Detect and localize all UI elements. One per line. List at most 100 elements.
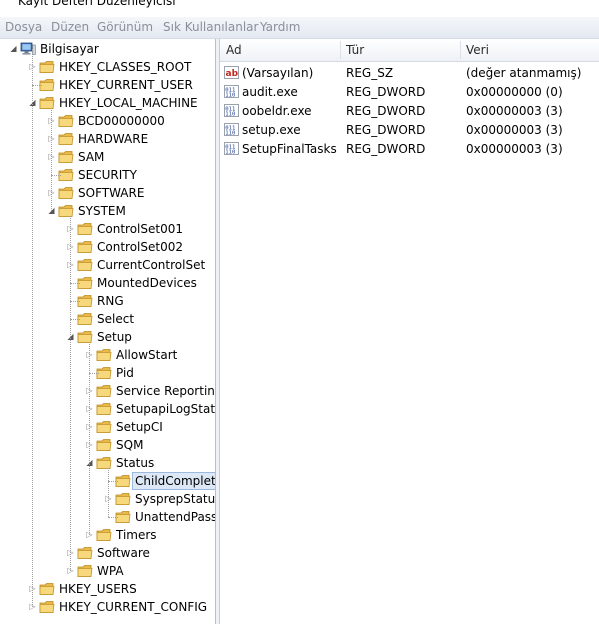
folder-icon xyxy=(58,186,74,200)
folder-icon xyxy=(58,204,74,218)
tree-node-label: SQM xyxy=(116,438,144,452)
value-name: setup.exe xyxy=(242,123,301,137)
tree-node-label: ControlSet002 xyxy=(97,240,183,254)
svg-text:ab: ab xyxy=(226,69,239,79)
svg-text:110: 110 xyxy=(225,150,235,156)
tree-connector-line xyxy=(51,175,61,176)
folder-icon xyxy=(96,348,112,362)
column-divider[interactable] xyxy=(460,41,461,59)
value-row[interactable]: 011 110 setup.exe REG_DWORD 0x00000003 (3) xyxy=(220,121,599,139)
tree-node-label: SOFTWARE xyxy=(78,186,145,200)
value-name: audit.exe xyxy=(242,85,298,99)
folder-icon xyxy=(96,420,112,434)
folder-icon xyxy=(77,258,93,272)
tree-connector-line xyxy=(70,319,80,320)
column-divider[interactable] xyxy=(340,41,341,59)
svg-text:110: 110 xyxy=(225,93,235,99)
folder-icon xyxy=(77,330,93,344)
tree-connector-line xyxy=(70,283,80,284)
expanded-triangle-icon[interactable]: ◢ xyxy=(9,44,18,53)
binary-value-icon: 011 110 xyxy=(224,103,239,118)
folder-icon xyxy=(115,492,131,506)
tree-node-label: Software xyxy=(97,546,150,560)
registry-tree[interactable]: ◢ Bilgisayar ▷ HKEY_CLASSES_ROOT HKEY_CURREN… xyxy=(0,39,216,624)
column-name[interactable]: Ad xyxy=(226,39,242,61)
tree-connector-line xyxy=(70,301,80,302)
tree-node-label: HKEY_LOCAL_MACHINE xyxy=(59,96,198,110)
tree-connector-line xyxy=(108,468,109,517)
tree-node-label: SysprepStatus xyxy=(135,492,216,506)
value-type: REG_DWORD xyxy=(346,85,426,99)
tree-connector-line xyxy=(32,49,33,607)
column-type[interactable]: Tür xyxy=(346,39,364,61)
value-data: 0x00000003 (3) xyxy=(466,123,563,137)
menu-edit[interactable]: Düzen xyxy=(51,20,89,34)
tree-node-label: Timers xyxy=(116,528,157,542)
svg-text:110: 110 xyxy=(225,131,235,137)
folder-icon xyxy=(96,384,112,398)
folder-icon xyxy=(39,600,55,614)
value-row[interactable]: ab (Varsayılan) REG_SZ (değer atanmamış) xyxy=(220,64,599,82)
value-name: oobeldr.exe xyxy=(242,104,312,118)
binary-value-icon: 011 110 xyxy=(224,122,239,137)
value-data: 0x00000003 (3) xyxy=(466,104,563,118)
folder-icon xyxy=(58,150,74,164)
tree-node-label: Bilgisayar xyxy=(40,42,99,56)
folder-icon xyxy=(39,582,55,596)
tree-node-label: AllowStart xyxy=(116,348,178,362)
tree-node-label: Select xyxy=(97,312,135,326)
computer-icon xyxy=(20,42,36,56)
menu-view[interactable]: Görünüm xyxy=(97,20,153,34)
tree-node-label: HKEY_CLASSES_ROOT xyxy=(59,60,192,74)
tree-node-label: Setup xyxy=(97,330,132,344)
tree-node-label: WPA xyxy=(97,564,124,578)
list-header: Ad Tür Veri xyxy=(220,39,599,62)
tree-node-label: SetupapiLogStatu xyxy=(116,402,216,416)
folder-icon xyxy=(96,528,112,542)
tree-node-label: Service Reporting xyxy=(116,384,216,398)
tree-node-label: RNG xyxy=(97,294,124,308)
tree-node-label: SECURITY xyxy=(78,168,137,182)
tree-node-label: SetupCI xyxy=(116,420,163,434)
tree-connector-line xyxy=(32,85,42,86)
tree-node-label: UnattendPass xyxy=(135,510,216,524)
folder-icon xyxy=(39,96,55,110)
tree-node-label: BCD00000000 xyxy=(78,114,165,128)
folder-icon xyxy=(77,564,93,578)
tree-node-label: HARDWARE xyxy=(78,132,149,146)
title-bar: Kayıt Defteri Düzenleyicisi xyxy=(0,0,599,17)
tree-node-label: ControlSet001 xyxy=(97,222,183,236)
tree-node-label: ChildComplet xyxy=(132,472,216,490)
tree-node-label: HKEY_USERS xyxy=(59,582,137,596)
tree-node-label: CurrentControlSet xyxy=(97,258,206,272)
value-type: REG_DWORD xyxy=(346,104,426,118)
tree-node-label: SAM xyxy=(78,150,105,164)
value-type: REG_DWORD xyxy=(346,142,426,156)
tree-node-label: Pid xyxy=(116,366,134,380)
value-row[interactable]: 011 110 oobeldr.exe REG_DWORD 0x00000003 (3) xyxy=(220,102,599,120)
tree-node-label: Status xyxy=(116,456,155,470)
menu-file[interactable]: Dosya xyxy=(5,20,42,34)
tree-connector-line xyxy=(51,108,52,211)
folder-icon xyxy=(96,438,112,452)
value-name: SetupFinalTasks xyxy=(242,142,337,156)
value-type: REG_DWORD xyxy=(346,123,426,137)
menu-bar: Dosya Düzen Görünüm Sık Kullanılanlar Ya… xyxy=(0,17,599,39)
menu-favorites[interactable]: Sık Kullanılanlar xyxy=(163,20,258,34)
value-row[interactable]: 011 110 SetupFinalTasks REG_DWORD 0x00000003… xyxy=(220,140,599,158)
value-row[interactable]: 011 110 audit.exe REG_DWORD 0x00000000 (0) xyxy=(220,83,599,101)
value-type: REG_SZ xyxy=(346,66,394,80)
values-list[interactable]: Ad Tür Veri ab (Varsayılan) REG_SZ (değer a… xyxy=(220,39,599,624)
folder-icon xyxy=(39,60,55,74)
folder-icon xyxy=(77,222,93,236)
menu-help[interactable]: Yardım xyxy=(260,20,300,34)
tree-connector-line xyxy=(108,481,118,482)
tree-connector-line xyxy=(70,216,71,571)
value-name: (Varsayılan) xyxy=(242,66,314,80)
column-data[interactable]: Veri xyxy=(466,39,489,61)
binary-value-icon: 011 110 xyxy=(224,141,239,156)
string-value-icon: ab xyxy=(224,65,239,80)
folder-icon xyxy=(58,132,74,146)
tree-connector-line xyxy=(108,517,118,518)
window-title: Kayıt Defteri Düzenleyicisi xyxy=(18,0,176,8)
